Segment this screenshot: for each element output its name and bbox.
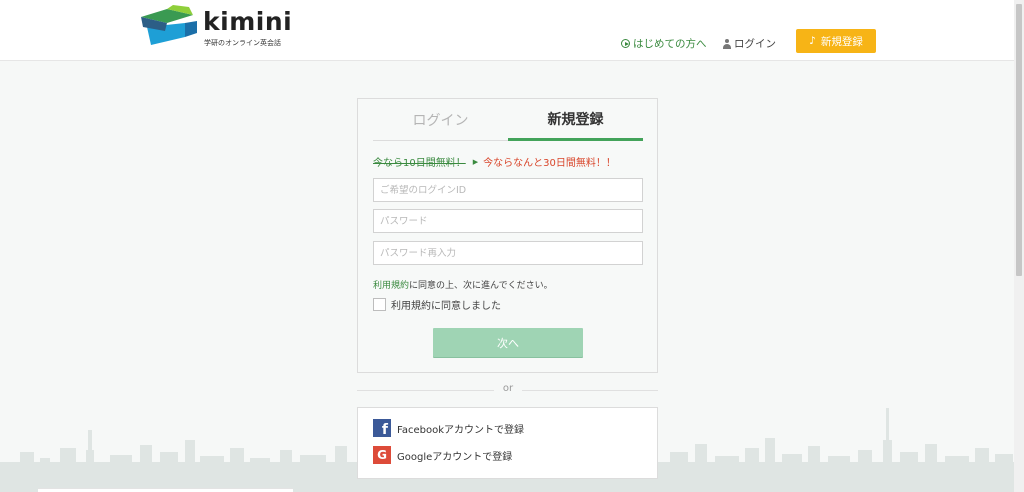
google-signup-link[interactable]: G Googleアカウントで登録 xyxy=(373,446,512,464)
promo-new-offer: 今ならなんと30日間無料！！ xyxy=(483,158,616,169)
nav-first-time-label: はじめての方へ xyxy=(633,38,707,50)
header-signup-button[interactable]: ♪ 新規登録 xyxy=(796,29,876,53)
logo-tagline: 学研のオンライン英会話 xyxy=(204,39,281,47)
site-header: kimini 学研のオンライン英会話 はじめての方へ ログイン ♪ 新規登録 xyxy=(0,0,1024,61)
facebook-signup-link[interactable]: f Facebookアカウントで登録 xyxy=(373,419,524,437)
or-divider-text: or xyxy=(494,383,522,394)
logo-name: kimini xyxy=(203,7,293,36)
nav-login-label: ログイン xyxy=(734,38,776,50)
terms-note-text: に同意の上、次に進んでください。 xyxy=(409,281,553,291)
facebook-icon: f xyxy=(373,419,391,437)
password-confirm-input[interactable] xyxy=(373,241,643,265)
login-id-input[interactable] xyxy=(373,178,643,202)
facebook-signup-label: Facebookアカウントで登録 xyxy=(397,424,524,436)
agree-terms-row[interactable]: 利用規約に同意しました xyxy=(373,297,501,312)
social-signup-card: f Facebookアカウントで登録 G Googleアカウントで登録 xyxy=(357,407,658,479)
logo-mark-icon xyxy=(141,5,197,45)
tab-login[interactable]: ログイン xyxy=(373,99,508,141)
person-icon xyxy=(722,38,731,49)
page-scrollbar[interactable] xyxy=(1014,0,1024,492)
registration-card: ログイン 新規登録 今なら10日間無料！ ▶ 今ならなんと30日間無料！！ 利用… xyxy=(357,98,658,373)
password-input[interactable] xyxy=(373,209,643,233)
agree-terms-checkbox[interactable] xyxy=(373,298,386,311)
next-button-label: 次へ xyxy=(497,336,519,350)
promo-banner: 今なら10日間無料！ ▶ 今ならなんと30日間無料！！ xyxy=(373,154,616,170)
next-button[interactable]: 次へ xyxy=(433,328,583,357)
google-icon: G xyxy=(373,446,391,464)
kimini-logo[interactable]: kimini 学研のオンライン英会話 xyxy=(137,5,307,50)
scrollbar-thumb[interactable] xyxy=(1016,4,1022,276)
tab-register-label: 新規登録 xyxy=(547,111,604,128)
agree-terms-label: 利用規約に同意しました xyxy=(391,301,501,312)
music-note-icon: ♪ xyxy=(809,35,816,47)
promo-old-offer: 今なら10日間無料！ xyxy=(373,158,466,169)
google-signup-label: Googleアカウントで登録 xyxy=(397,451,513,463)
play-circle-icon xyxy=(621,39,630,48)
nav-first-time-link[interactable]: はじめての方へ xyxy=(621,36,707,51)
terms-note: 利用規約に同意の上、次に進んでください。 xyxy=(373,278,553,291)
arrow-right-icon: ▶ xyxy=(472,157,479,166)
header-signup-label: 新規登録 xyxy=(820,35,863,48)
bottom-panel-edge xyxy=(38,488,293,492)
nav-login-link[interactable]: ログイン xyxy=(722,36,776,51)
tab-register[interactable]: 新規登録 xyxy=(508,99,643,141)
tab-login-label: ログイン xyxy=(412,112,469,129)
terms-link[interactable]: 利用規約 xyxy=(373,281,409,291)
